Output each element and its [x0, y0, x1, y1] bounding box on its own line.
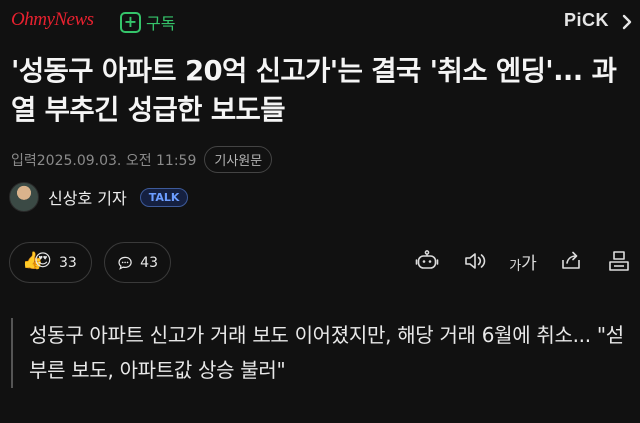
print-icon: [609, 251, 629, 271]
print-button[interactable]: [606, 248, 632, 274]
author-row: 신상호 기자 TALK: [9, 182, 189, 212]
comment-button[interactable]: 43: [104, 242, 171, 283]
comment-count: 43: [140, 254, 158, 271]
like-count: 33: [59, 254, 77, 271]
share-button[interactable]: [558, 248, 584, 274]
article-tools: 가 가: [414, 248, 632, 274]
font-large-label: 가: [521, 254, 537, 274]
subscribe-button[interactable]: + 구독: [120, 10, 175, 34]
talk-badge[interactable]: TALK: [139, 187, 189, 207]
pick-label[interactable]: PiCK: [564, 10, 609, 31]
reaction-bar: 👍 😍 33 43: [9, 242, 171, 283]
ohmynews-logo[interactable]: OhmyNews: [11, 9, 94, 31]
subscribe-label: 구독: [146, 14, 176, 33]
share-icon: [562, 251, 580, 269]
summary-robot-button[interactable]: [414, 248, 440, 274]
font-size-button[interactable]: 가 가: [509, 248, 537, 274]
comment-bubble-icon: [118, 256, 132, 270]
heart-eyes-icon: 😍: [34, 250, 52, 271]
robot-summary-icon: [415, 250, 439, 269]
article-summary: 성동구 아파트 신고가 거래 보도 이어졌지만, 해당 거래 6월에 취소...…: [11, 318, 631, 388]
article-meta: 입력2025.09.03. 오전 11:59 기사원문: [11, 146, 273, 173]
reaction-emoji-icon: 👍 😍: [22, 251, 52, 275]
author-avatar[interactable]: [9, 182, 39, 212]
author-name[interactable]: 신상호 기자: [48, 185, 127, 209]
audio-button[interactable]: [462, 248, 488, 274]
original-article-button[interactable]: 기사원문: [204, 146, 273, 173]
publish-date: 입력2025.09.03. 오전 11:59: [11, 152, 197, 169]
like-reaction-button[interactable]: 👍 😍 33: [9, 242, 92, 283]
chevron-right-icon[interactable]: [617, 12, 637, 32]
article-headline: '성동구 아파트 20억 신고가'는 결국 '취소 엔딩'... 과열 부추긴 …: [11, 55, 617, 126]
top-bar: OhmyNews + 구독 PiCK: [0, 0, 640, 42]
font-small-label: 가: [509, 259, 522, 274]
plus-icon: +: [120, 11, 141, 33]
speaker-icon: [465, 253, 486, 269]
